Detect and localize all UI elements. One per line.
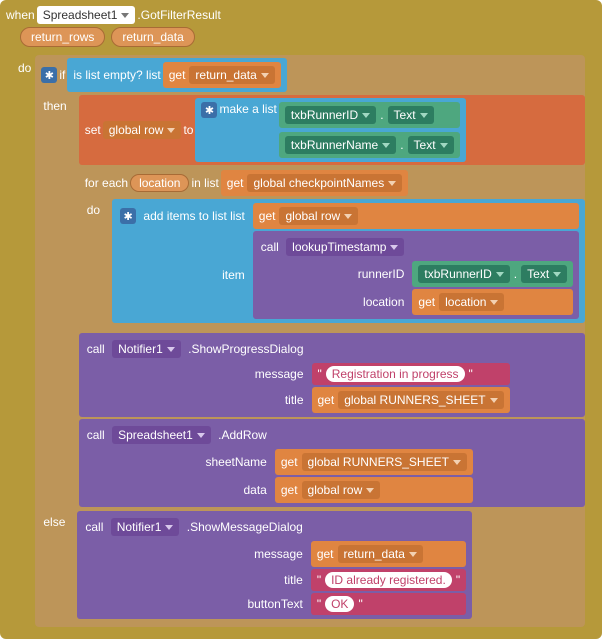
do-kw: do — [79, 199, 108, 323]
get-checkpointNames[interactable]: get global checkpointNames — [221, 170, 408, 196]
call-lookupTimestamp[interactable]: call lookupTimestamp runnerID txbRunnerI… — [253, 231, 579, 319]
get-return-data[interactable]: get return_data — [311, 541, 466, 567]
text-literal[interactable]: "OK" — [311, 593, 466, 615]
event-block[interactable]: when Spreadsheet1 .GotFilterResult retur… — [0, 0, 602, 639]
do-kw: do — [18, 55, 31, 629]
gear-icon[interactable]: ✱ — [120, 208, 136, 224]
then-kw: then — [35, 95, 74, 507]
else-kw: else — [35, 511, 73, 619]
gear-icon[interactable]: ✱ — [201, 102, 217, 118]
get-runners-sheet[interactable]: get global RUNNERS_SHEET — [275, 449, 473, 475]
get-runners-sheet[interactable]: get global RUNNERS_SHEET — [312, 387, 510, 413]
get-global-row[interactable]: get global row — [275, 477, 473, 503]
prop-txbRunnerID-text[interactable]: txbRunnerID . Text — [279, 102, 460, 128]
foreach-block[interactable]: for each location in list get global che… — [79, 167, 585, 331]
get-location[interactable]: get location — [412, 289, 573, 315]
make-a-list-block[interactable]: ✱ make a list txbRunnerID . Text — [195, 98, 465, 162]
event-component-dd[interactable]: Spreadsheet1 — [37, 6, 136, 24]
event-method: .GotFilterResult — [137, 8, 220, 22]
call-notifier-progress[interactable]: call Notifier1 .ShowProgressDialog messa… — [79, 333, 585, 417]
add-items-to-list[interactable]: ✱ add items to list list get global row … — [112, 199, 585, 323]
when-kw: when — [6, 8, 35, 22]
text-literal[interactable]: "Registration in progress" — [312, 363, 510, 385]
set-global-row[interactable]: set global row to ✱ make a list txbRunne… — [79, 95, 585, 165]
gear-icon[interactable]: ✱ — [41, 67, 57, 83]
event-param[interactable]: return_rows — [20, 27, 105, 47]
get-global-row[interactable]: get global row — [253, 203, 579, 229]
prop-txbRunnerName-text[interactable]: txbRunnerName . Text — [279, 132, 460, 158]
is-list-empty-block[interactable]: is list empty? list get return_data — [67, 58, 286, 92]
if-block[interactable]: ✱ if is list empty? list get return_data… — [35, 55, 585, 627]
event-param[interactable]: return_data — [111, 27, 194, 47]
foreach-var[interactable]: location — [130, 174, 189, 192]
call-notifier-msgdialog[interactable]: call Notifier1 .ShowMessageDialog messag… — [77, 511, 472, 619]
call-spreadsheet-addrow[interactable]: call Spreadsheet1 .AddRow sheetName get … — [79, 419, 585, 507]
prop-txbRunnerID-text[interactable]: txbRunnerID . Text — [412, 261, 573, 287]
get-return-data[interactable]: get return_data — [163, 62, 281, 88]
text-literal[interactable]: "ID already registered." — [311, 569, 466, 591]
if-kw: if — [59, 68, 65, 82]
